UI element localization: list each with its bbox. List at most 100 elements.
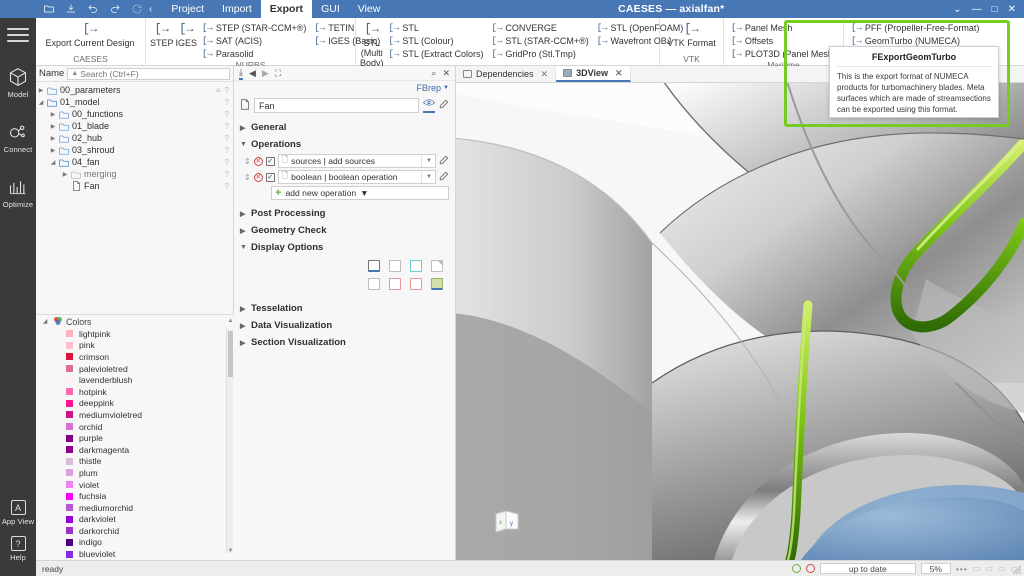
clock-icon[interactable] xyxy=(791,564,801,573)
sidebar-item-connect[interactable]: Connect xyxy=(0,121,36,154)
hamburger-icon[interactable] xyxy=(7,26,29,44)
export-stl-extract-colors-button[interactable]: [→ STL (Extract Colors) xyxy=(386,48,487,60)
refresh-icon[interactable] xyxy=(130,3,143,16)
collapse-arrow-icon[interactable]: ◢ xyxy=(36,99,46,106)
display-mode-wireframe[interactable] xyxy=(410,260,422,272)
sidebar-item-optimize[interactable]: Optimize xyxy=(0,176,36,209)
resize-grip-icon[interactable] xyxy=(1012,565,1022,575)
section-data-visualization[interactable]: ▶ Data Visualization xyxy=(234,317,455,334)
display-mode-outline-red-2[interactable] xyxy=(410,278,422,290)
checkbox-enabled[interactable]: ✓ xyxy=(265,172,275,182)
operation-field-boolean[interactable]: 🗋 boolean | boolean operation ▼ xyxy=(277,170,436,184)
expand-arrow-icon[interactable]: ▶ xyxy=(48,135,58,142)
export-stl-multibody-button[interactable]: [→ STL (Multi Body) xyxy=(360,21,384,68)
close-icon[interactable]: ✕ xyxy=(541,69,549,80)
section-operations[interactable]: ▼ Operations xyxy=(234,136,455,153)
remove-icon[interactable]: ✕ xyxy=(253,156,263,166)
export-step-starccm-button[interactable]: [→ STEP (STAR-CCM+®) xyxy=(199,22,309,34)
section-geometry-check[interactable]: ▶ Geometry Check xyxy=(234,222,455,239)
display-mode-shaded-solid[interactable] xyxy=(368,260,380,272)
color-item-blueviolet[interactable]: blueviolet xyxy=(36,548,234,560)
redo-icon[interactable] xyxy=(108,3,121,16)
color-item-palevioletred[interactable]: palevioletred xyxy=(36,363,234,375)
export-stl-button[interactable]: [→ STL xyxy=(386,22,487,34)
export-pff-button[interactable]: [→ PFF (Propeller-Free-Format) xyxy=(848,22,982,34)
display-mode-filled-green[interactable] xyxy=(431,278,443,290)
color-item-purple[interactable]: purple xyxy=(36,432,234,444)
section-section-visualization[interactable]: ▶ Section Visualization xyxy=(234,334,455,351)
export-vtk-format-button[interactable]: [→ VTK Format xyxy=(664,21,719,48)
tab-view[interactable]: View xyxy=(349,0,390,18)
scroll-up-icon[interactable]: ▲ xyxy=(227,317,234,325)
tab-export[interactable]: Export xyxy=(260,0,313,18)
section-post-processing[interactable]: ▶ Post Processing xyxy=(234,205,455,222)
export-step-button[interactable]: [→ STEP xyxy=(150,21,174,48)
undo-icon[interactable] xyxy=(86,3,99,16)
tree-item-00-parameters[interactable]: ▶ 00_parameters ≡ ? xyxy=(36,84,233,96)
add-operation-button[interactable]: + add new operation ▼ xyxy=(271,186,449,200)
fit-icon[interactable]: ⛶ xyxy=(275,68,281,79)
colors-panel-header[interactable]: ◢ Colors xyxy=(36,315,234,328)
section-display-options[interactable]: ▼ Display Options xyxy=(234,239,455,256)
colors-scrollbar[interactable]: ▲ ▼ xyxy=(226,318,233,554)
color-item-deeppink[interactable]: deeppink xyxy=(36,398,234,410)
import-icon[interactable]: ⤓ xyxy=(239,67,243,80)
eye-icon[interactable] xyxy=(423,98,435,113)
expand-arrow-icon[interactable]: ▶ xyxy=(60,171,70,178)
color-item-darkorchid[interactable]: darkorchid xyxy=(36,525,234,537)
color-item-thistle[interactable]: thistle xyxy=(36,456,234,468)
save-icon[interactable] xyxy=(64,3,77,16)
color-item-hotpink[interactable]: hotpink xyxy=(36,386,234,398)
scrollbar-thumb[interactable] xyxy=(228,331,233,377)
color-item-lightpink[interactable]: lightpink xyxy=(36,328,234,340)
expand-arrow-icon[interactable]: ▶ xyxy=(48,147,58,154)
display-mode-shaded-light[interactable] xyxy=(389,260,401,272)
pencil-icon[interactable] xyxy=(439,171,449,183)
color-item-crimson[interactable]: crimson xyxy=(36,351,234,363)
chevron-down-icon[interactable]: ⌄ xyxy=(953,4,961,15)
color-item-darkviolet[interactable]: darkviolet xyxy=(36,514,234,526)
maximize-button[interactable]: □ xyxy=(992,4,998,15)
display-mode-outline-red[interactable] xyxy=(389,278,401,290)
search-icon[interactable]: ⌕ xyxy=(431,68,436,79)
tree-item-01-model[interactable]: ◢ 01_model ? xyxy=(36,96,233,108)
tab-import[interactable]: Import xyxy=(213,0,261,18)
color-item-darkmagenta[interactable]: darkmagenta xyxy=(36,444,234,456)
color-item-lavenderblush[interactable]: lavenderblush xyxy=(36,374,234,386)
display-mode-shaded-edge[interactable] xyxy=(431,260,443,272)
expand-arrow-icon[interactable]: ▶ xyxy=(48,111,58,118)
error-icon[interactable] xyxy=(805,564,815,573)
minimize-button[interactable]: — xyxy=(972,4,982,15)
tab-dependencies[interactable]: Dependencies ✕ xyxy=(456,66,557,82)
search-input[interactable]: ▲ xyxy=(67,67,230,80)
3d-canvas[interactable]: x y xyxy=(456,83,1024,560)
collapse-arrow-icon[interactable]: ◢ xyxy=(40,318,50,325)
section-general[interactable]: ▶ General xyxy=(234,119,455,136)
ribbon-collapse-chevron[interactable]: ‹ xyxy=(149,4,152,15)
pencil-icon[interactable] xyxy=(439,155,449,167)
sidebar-item-model[interactable]: Model xyxy=(0,66,36,99)
expand-arrow-icon[interactable]: ▶ xyxy=(36,87,46,94)
collapse-arrow-icon[interactable]: ◢ xyxy=(48,159,58,166)
export-stl-colour-button[interactable]: [→ STL (Colour) xyxy=(386,35,487,47)
tree-item-01-blade[interactable]: ▶ 01_blade ? xyxy=(36,120,233,132)
remove-icon[interactable]: ✕ xyxy=(253,172,263,182)
color-item-violet[interactable]: violet xyxy=(36,479,234,491)
tree-item-02-hub[interactable]: ▶ 02_hub ? xyxy=(36,132,233,144)
close-icon[interactable]: ✕ xyxy=(442,68,450,79)
color-item-plum[interactable]: plum xyxy=(36,467,234,479)
forward-icon[interactable]: ▶ xyxy=(262,68,269,79)
display-mode-blank[interactable] xyxy=(368,278,380,290)
tab-3dview[interactable]: 3DView ✕ xyxy=(556,66,631,82)
color-item-orchid[interactable]: orchid xyxy=(36,421,234,433)
drag-handle-icon[interactable]: ⇕ xyxy=(244,157,251,166)
close-button[interactable]: ✕ xyxy=(1008,4,1016,15)
color-item-mediumvioletred[interactable]: mediumvioletred xyxy=(36,409,234,421)
color-item-indigo[interactable]: indigo xyxy=(36,537,234,549)
export-gridpro-button[interactable]: [→ GridPro (Stl.Tmp) xyxy=(489,48,592,60)
color-item-fuchsia[interactable]: fuchsia xyxy=(36,490,234,502)
sidebar-item-app-view[interactable]: A App View xyxy=(0,500,36,526)
folder-open-icon[interactable] xyxy=(42,3,55,16)
search-input-field[interactable] xyxy=(80,68,226,79)
object-name-field[interactable]: Fan xyxy=(254,98,419,113)
